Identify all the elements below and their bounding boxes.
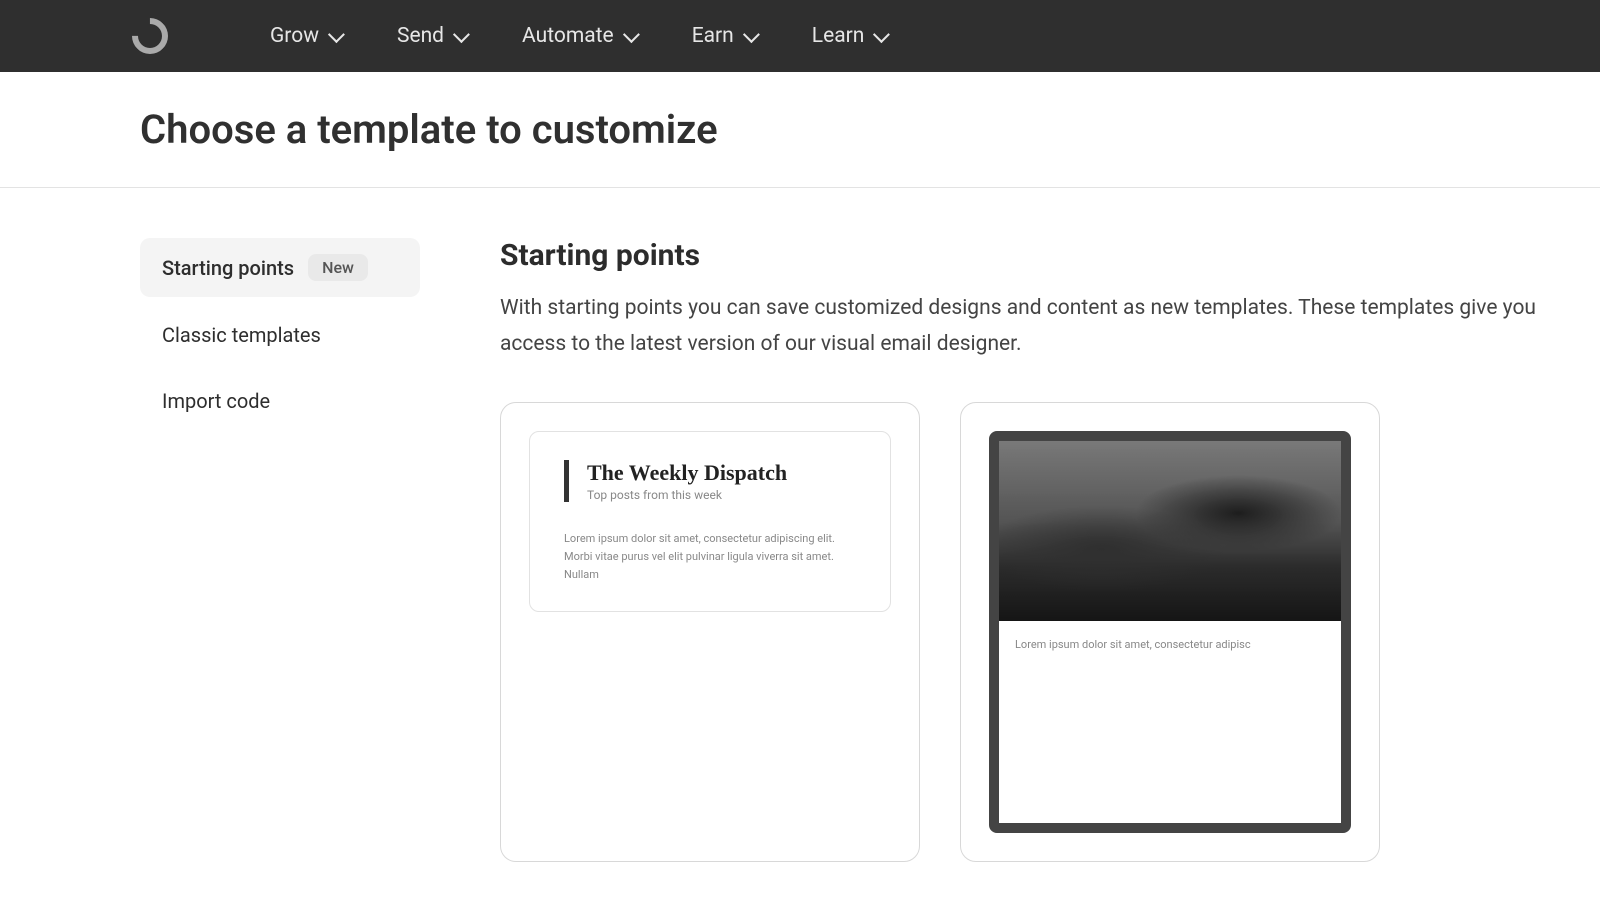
preview-heading: The Weekly Dispatch Top posts from this … xyxy=(564,460,856,502)
nav-item-label: Automate xyxy=(522,24,614,48)
sidebar-item-starting-points[interactable]: Starting points New xyxy=(140,238,420,297)
chevron-down-icon xyxy=(623,26,640,43)
nav-item-earn[interactable]: Earn xyxy=(692,24,756,48)
chevron-down-icon xyxy=(328,26,345,43)
page-title-bar: Choose a template to customize xyxy=(0,72,1600,188)
main-area: Starting points New Classic templates Im… xyxy=(0,188,1600,862)
sidebar-item-classic-templates[interactable]: Classic templates xyxy=(140,307,420,363)
nav-item-send[interactable]: Send xyxy=(397,24,466,48)
template-preview: Lorem ipsum dolor sit amet, consectetur … xyxy=(989,431,1351,833)
sidebar-item-import-code[interactable]: Import code xyxy=(140,373,420,429)
sidebar-item-label: Classic templates xyxy=(162,323,321,347)
template-preview: The Weekly Dispatch Top posts from this … xyxy=(529,431,891,612)
preview-hero-image xyxy=(999,441,1341,621)
content-area: Starting points With starting points you… xyxy=(500,238,1600,862)
nav-item-label: Grow xyxy=(270,24,319,48)
template-card-row: The Weekly Dispatch Top posts from this … xyxy=(500,402,1560,862)
chevron-down-icon xyxy=(873,26,890,43)
nav-item-automate[interactable]: Automate xyxy=(522,24,636,48)
nav-item-grow[interactable]: Grow xyxy=(270,24,341,48)
preview-title: The Weekly Dispatch xyxy=(587,460,856,486)
template-card-newsletter[interactable]: The Weekly Dispatch Top posts from this … xyxy=(500,402,920,862)
nav-items: Grow Send Automate Earn Learn xyxy=(270,24,886,48)
nav-item-label: Send xyxy=(397,24,444,48)
preview-body-text: Lorem ipsum dolor sit amet, consectetur … xyxy=(999,621,1341,823)
logo-ring-icon xyxy=(125,11,176,62)
nav-item-label: Learn xyxy=(812,24,865,48)
sidebar: Starting points New Classic templates Im… xyxy=(140,238,420,862)
nav-item-label: Earn xyxy=(692,24,734,48)
top-nav: Grow Send Automate Earn Learn xyxy=(0,0,1600,72)
nav-item-learn[interactable]: Learn xyxy=(812,24,887,48)
section-title: Starting points xyxy=(500,238,1560,273)
chevron-down-icon xyxy=(453,26,470,43)
section-description: With starting points you can save custom… xyxy=(500,291,1550,362)
app-logo[interactable] xyxy=(130,16,170,56)
preview-subtitle: Top posts from this week xyxy=(587,488,856,502)
chevron-down-icon xyxy=(743,26,760,43)
template-card-image-hero[interactable]: Lorem ipsum dolor sit amet, consectetur … xyxy=(960,402,1380,862)
sidebar-item-label: Import code xyxy=(162,389,270,413)
sidebar-item-label: Starting points xyxy=(162,256,294,280)
new-badge: New xyxy=(308,254,368,281)
preview-body-text: Lorem ipsum dolor sit amet, consectetur … xyxy=(564,530,856,583)
page-title: Choose a template to customize xyxy=(140,106,1600,153)
